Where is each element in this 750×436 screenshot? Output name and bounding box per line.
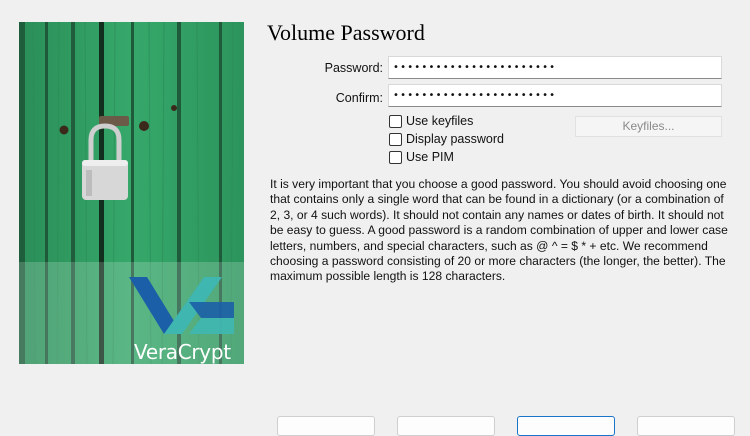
veracrypt-logo-text: VeraCrypt xyxy=(134,340,231,364)
padlock-door-illustration xyxy=(19,22,244,364)
wizard-image: VeraCrypt xyxy=(19,22,244,364)
password-label: Password: xyxy=(324,61,383,75)
password-field[interactable]: ••••••••••••••••••••••• xyxy=(388,56,722,79)
use-pim-label: Use PIM xyxy=(406,150,454,164)
back-button[interactable] xyxy=(397,416,495,436)
use-keyfiles-label: Use keyfiles xyxy=(406,114,474,128)
cancel-button[interactable] xyxy=(637,416,735,436)
password-guidance-text: It is very important that you choose a g… xyxy=(270,177,728,284)
checkbox-box[interactable] xyxy=(389,114,402,128)
confirm-label: Confirm: xyxy=(335,91,383,105)
next-button[interactable] xyxy=(517,416,615,436)
display-password-label: Display password xyxy=(406,132,504,146)
page-title: Volume Password xyxy=(267,20,425,45)
confirm-password-field[interactable]: ••••••••••••••••••••••• xyxy=(388,84,722,107)
checkbox-box[interactable] xyxy=(389,132,402,146)
use-pim-checkbox[interactable]: Use PIM xyxy=(389,149,454,165)
checkbox-box[interactable] xyxy=(389,150,402,164)
help-button[interactable] xyxy=(277,416,375,436)
display-password-checkbox[interactable]: Display password xyxy=(389,131,504,147)
use-keyfiles-checkbox[interactable]: Use keyfiles xyxy=(389,113,473,129)
keyfiles-button[interactable]: Keyfiles... xyxy=(575,116,722,137)
